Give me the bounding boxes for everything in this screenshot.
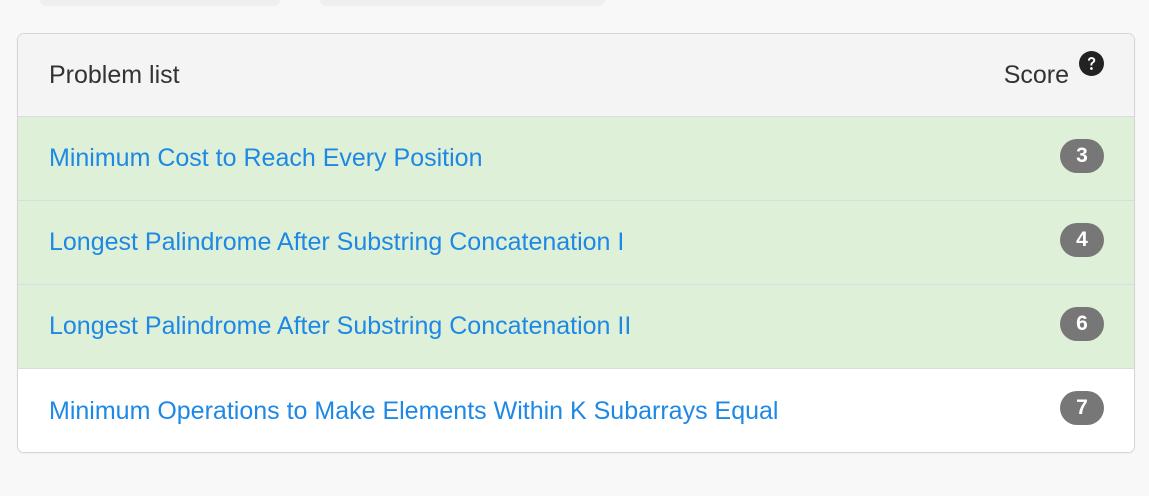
score-header: Score: [1003, 50, 1104, 90]
problem-link[interactable]: Minimum Operations to Make Elements With…: [49, 397, 778, 426]
problem-row: Longest Palindrome After Substring Conca…: [18, 285, 1134, 369]
score-badge: 3: [1060, 138, 1104, 173]
problem-list-title: Problem list: [49, 60, 180, 89]
problem-list-panel: Problem list Score Minimum Cost to Reach…: [17, 33, 1135, 453]
problem-row: Minimum Operations to Make Elements With…: [18, 369, 1134, 452]
problem-link[interactable]: Longest Palindrome After Substring Conca…: [49, 228, 624, 257]
problem-link[interactable]: Longest Palindrome After Substring Conca…: [49, 312, 631, 341]
score-label: Score: [1003, 60, 1069, 89]
score-badge: 7: [1060, 391, 1104, 425]
score-badge: 4: [1060, 222, 1104, 257]
problem-row: Minimum Cost to Reach Every Position 3: [18, 117, 1134, 201]
problem-link[interactable]: Minimum Cost to Reach Every Position: [49, 144, 482, 173]
top-decoration-left: [40, 0, 280, 6]
score-badge: 6: [1060, 306, 1104, 341]
panel-header: Problem list Score: [18, 34, 1134, 117]
top-decoration-right: [320, 0, 605, 6]
question-circle-icon[interactable]: [1079, 50, 1104, 76]
problem-row: Longest Palindrome After Substring Conca…: [18, 201, 1134, 285]
